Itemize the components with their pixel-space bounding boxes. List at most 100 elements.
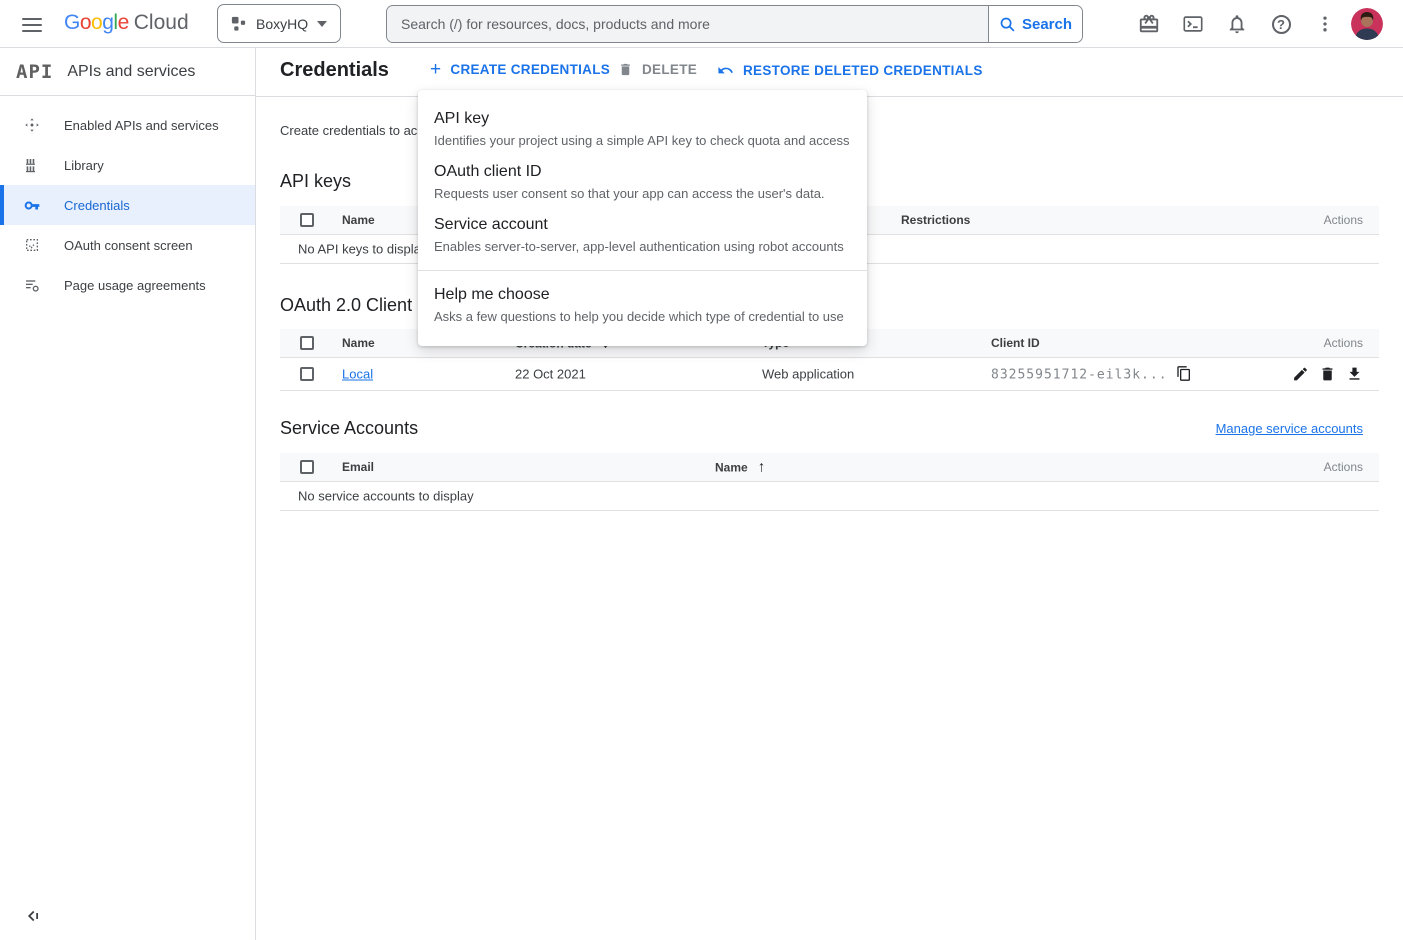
logo-letter: o (91, 11, 102, 34)
column-name: Name (342, 213, 375, 227)
top-bar: GoogleCloud BoxyHQ Search (0, 0, 1403, 48)
manage-service-accounts-link[interactable]: Manage service accounts (1216, 421, 1363, 436)
table-row: Local 22 Oct 2021 Web application 832559… (280, 358, 1379, 391)
sidebar-header: API APIs and services (0, 48, 255, 96)
service-accounts-heading: Service Accounts (280, 418, 418, 439)
menu-item-description: Asks a few questions to help you decide … (434, 308, 851, 326)
help-icon[interactable]: ? (1269, 12, 1293, 36)
sidebar-item-credentials[interactable]: Credentials (0, 185, 255, 225)
copy-icon[interactable] (1176, 366, 1192, 382)
search-input[interactable] (387, 6, 988, 42)
avatar[interactable] (1351, 8, 1383, 40)
sidebar-item-page-usage[interactable]: Page usage agreements (0, 265, 255, 305)
search-button[interactable]: Search (988, 6, 1082, 42)
logo-cloud-text: Cloud (134, 11, 189, 34)
sidebar-item-label: Library (64, 158, 104, 173)
empty-message: No service accounts to display (298, 489, 474, 504)
chevron-down-icon (317, 21, 327, 27)
project-name: BoxyHQ (256, 16, 308, 32)
search-bar: Search (386, 5, 1083, 43)
menu-divider (418, 270, 867, 271)
logo-letter: o (80, 11, 91, 34)
sidebar-item-label: OAuth consent screen (64, 238, 193, 253)
page-title: Credentials (280, 59, 389, 82)
column-actions: Actions (1324, 213, 1363, 227)
page-usage-icon (24, 277, 40, 293)
enabled-apis-icon (24, 117, 40, 133)
menu-item-api-key[interactable]: API key Identifies your project using a … (418, 103, 867, 156)
menu-item-service-account[interactable]: Service account Enables server-to-server… (418, 209, 867, 262)
sidebar: API APIs and services Enabled APIs and s… (0, 48, 256, 940)
column-email: Email (342, 460, 374, 474)
menu-item-description: Requests user consent so that your app c… (434, 185, 851, 203)
sidebar-item-library[interactable]: Library (0, 145, 255, 185)
edit-icon[interactable] (1292, 366, 1309, 383)
type-value: Web application (762, 367, 854, 382)
client-name-link[interactable]: Local (342, 367, 373, 382)
sort-ascending-icon[interactable]: ↑ (758, 459, 766, 476)
sidebar-item-label: Page usage agreements (64, 278, 206, 293)
search-button-label: Search (1022, 16, 1072, 33)
restore-label: RESTORE DELETED CREDENTIALS (743, 63, 983, 78)
delete-icon[interactable] (1319, 366, 1336, 383)
question-mark-glyph: ? (1272, 15, 1291, 34)
hamburger-menu-icon[interactable] (22, 14, 42, 34)
google-cloud-logo[interactable]: GoogleCloud (64, 11, 189, 35)
column-actions: Actions (1324, 336, 1363, 350)
sidebar-title: APIs and services (67, 63, 195, 81)
undo-icon (717, 62, 734, 79)
select-all-checkbox[interactable] (300, 460, 314, 474)
column-name: Name↑ (715, 459, 765, 476)
menu-item-description: Identifies your project using a simple A… (434, 132, 851, 150)
menu-item-title: OAuth client ID (434, 162, 851, 182)
library-icon (24, 157, 40, 173)
menu-item-oauth-client-id[interactable]: OAuth client ID Requests user consent so… (418, 156, 867, 209)
search-icon (999, 16, 1016, 33)
delete-label: DELETE (642, 62, 697, 77)
notifications-icon[interactable] (1225, 12, 1249, 36)
column-name: Name (342, 336, 375, 350)
google-cloud-console: GoogleCloud BoxyHQ Search (0, 0, 1403, 940)
sidebar-item-label: Credentials (64, 198, 130, 213)
column-actions: Actions (1324, 460, 1363, 474)
delete-button[interactable]: DELETE (618, 62, 697, 77)
more-vertical-icon[interactable] (1313, 12, 1337, 36)
create-credentials-menu: API key Identifies your project using a … (418, 90, 867, 346)
download-icon[interactable] (1346, 366, 1363, 383)
row-checkbox[interactable] (300, 367, 314, 381)
menu-item-title: Service account (434, 215, 851, 235)
logo-letter: G (64, 11, 80, 34)
collapse-sidebar-icon[interactable] (24, 907, 42, 925)
service-accounts-empty-row: No service accounts to display (280, 482, 1379, 511)
sidebar-item-enabled-apis[interactable]: Enabled APIs and services (0, 105, 255, 145)
empty-message: No API keys to displa (298, 242, 421, 257)
plus-icon: + (430, 63, 441, 77)
menu-item-title: API key (434, 109, 851, 129)
logo-letter: e (118, 11, 129, 34)
client-id-value: 83255951712-eil3k... (991, 366, 1192, 383)
api-logo: API (16, 61, 53, 83)
gift-icon[interactable] (1137, 12, 1161, 36)
sidebar-item-oauth-consent[interactable]: OAuth consent screen (0, 225, 255, 265)
logo-letter: g (102, 11, 113, 34)
menu-item-title: Help me choose (434, 285, 851, 305)
oauth-consent-icon (24, 237, 40, 253)
sidebar-item-label: Enabled APIs and services (64, 118, 219, 133)
column-restrictions: Restrictions (901, 213, 970, 227)
column-client-id: Client ID (991, 336, 1040, 350)
project-selector[interactable]: BoxyHQ (217, 4, 341, 43)
row-actions (1292, 366, 1363, 383)
menu-item-help-me-choose[interactable]: Help me choose Asks a few questions to h… (418, 279, 867, 332)
api-keys-heading: API keys (280, 171, 351, 192)
intro-text: Create credentials to ac (280, 123, 417, 138)
trash-icon (618, 62, 633, 77)
create-credentials-button[interactable]: + CREATE CREDENTIALS (430, 62, 610, 77)
select-all-checkbox[interactable] (300, 336, 314, 350)
create-credentials-label: CREATE CREDENTIALS (450, 62, 610, 77)
restore-deleted-credentials-button[interactable]: RESTORE DELETED CREDENTIALS (717, 62, 983, 79)
service-accounts-table: Email Name↑ Actions No service accounts … (280, 453, 1379, 511)
oauth-clients-heading: OAuth 2.0 Client I (280, 295, 422, 316)
cloud-shell-icon[interactable] (1181, 12, 1205, 36)
select-all-checkbox[interactable] (300, 213, 314, 227)
key-icon (24, 197, 40, 213)
